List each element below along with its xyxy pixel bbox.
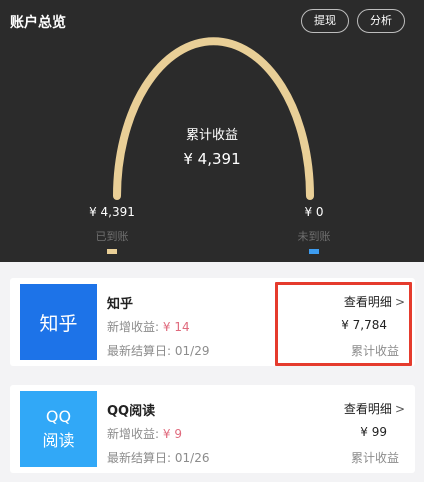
received-label: 已到账 — [95, 230, 129, 243]
account-overview-panel: 账户总览 提现 分析 累计收益 ¥ 4,391 ¥ 4,391 已到账 ¥ 0 … — [0, 0, 424, 262]
chevron-right-icon: > — [394, 402, 405, 416]
new-income-label: 新增收益: — [107, 427, 160, 441]
zhihu-logo: 知乎 — [20, 284, 97, 360]
total-income-value: ¥ 4,391 — [183, 150, 241, 168]
account-name: 知乎 — [107, 297, 134, 312]
cumulative-income-value: ¥ 99 — [360, 425, 387, 439]
cumulative-income-label: 累计收益 — [350, 451, 399, 465]
qq-reading-logo-line2: 阅读 — [42, 431, 75, 450]
qq-reading-logo-line1: QQ — [45, 407, 72, 426]
view-details-link[interactable]: 查看明细 > — [344, 400, 405, 417]
settle-date-row: 最新结算日: 01/29 — [107, 342, 209, 359]
settle-date-value: 01/29 — [174, 344, 210, 358]
received-legend-marker — [107, 249, 117, 254]
account-name: QQ阅读 — [107, 404, 156, 419]
pending-label: 未到账 — [297, 230, 331, 243]
view-details-label: 查看明细 — [343, 402, 392, 416]
settle-date-label: 最新结算日: — [107, 451, 172, 465]
new-income-row: 新增收益: ¥ 14 — [107, 318, 190, 335]
new-income-label: 新增收益: — [107, 320, 160, 334]
received-value: ¥ 4,391 — [89, 205, 135, 219]
zhihu-logo-text: 知乎 — [39, 312, 78, 335]
new-income-value: ¥ 14 — [162, 320, 190, 334]
new-income-row: 新增收益: ¥ 9 — [107, 425, 182, 442]
gauge-arc — [113, 37, 314, 200]
settle-date-row: 最新结算日: 01/26 — [107, 449, 209, 466]
total-income-label: 累计收益 — [185, 128, 238, 143]
account-card-qq-reading[interactable]: QQ 阅读 QQ阅读 新增收益: ¥ 9 最新结算日: 01/26 查看明细 > … — [10, 385, 415, 473]
settle-date-value: 01/26 — [174, 451, 210, 465]
new-income-value: ¥ 9 — [162, 427, 182, 441]
highlight-box — [275, 282, 412, 366]
pending-value: ¥ 0 — [304, 205, 324, 219]
qq-reading-logo: QQ 阅读 — [20, 391, 97, 467]
settle-date-label: 最新结算日: — [107, 344, 172, 358]
pending-legend-marker — [309, 249, 319, 254]
